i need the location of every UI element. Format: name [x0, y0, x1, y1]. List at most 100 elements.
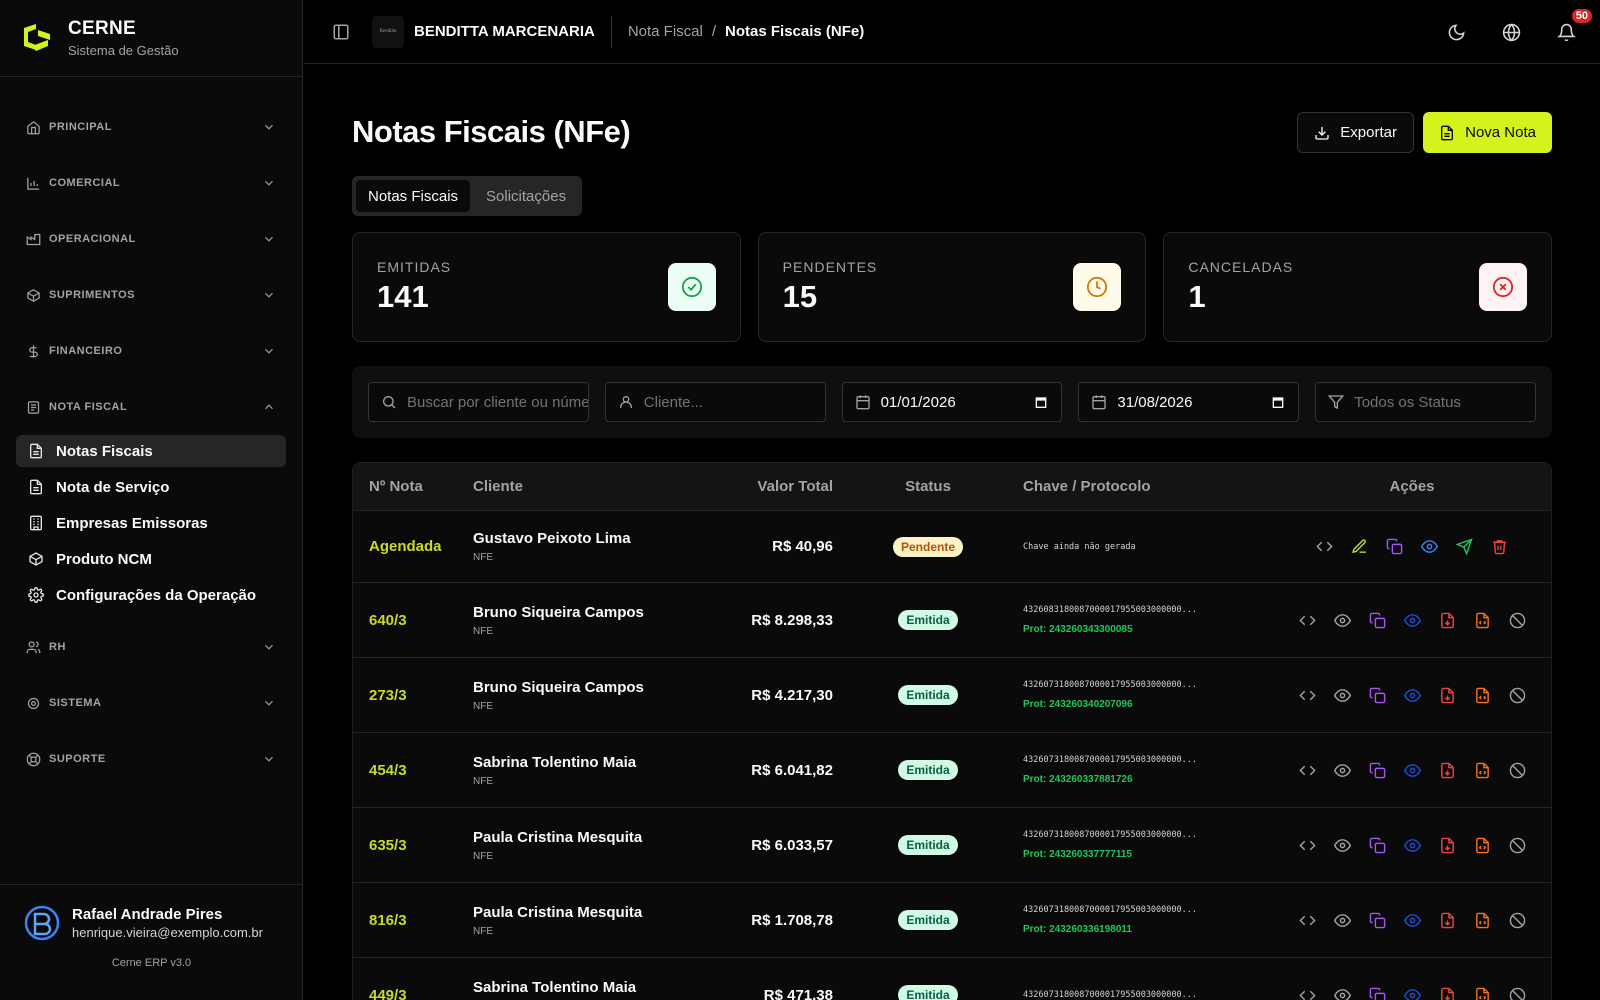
table-row[interactable]: 640/3 Bruno Siqueira Campos NFE R$ 8.298,33… [353, 583, 1551, 658]
sidebar-item-empresas-emissoras[interactable]: Empresas Emissoras [16, 507, 286, 539]
eye-icon[interactable] [1333, 762, 1351, 779]
code-icon[interactable] [1298, 687, 1316, 704]
eye-icon[interactable] [1421, 538, 1438, 555]
note-number[interactable]: 273/3 [353, 687, 473, 704]
eye-icon[interactable] [1403, 687, 1421, 704]
sidebar-group-operacional[interactable]: OPERACIONAL [0, 211, 302, 267]
copy-icon[interactable] [1369, 912, 1386, 929]
copy-icon[interactable] [1369, 987, 1386, 1000]
download-xml-icon[interactable] [1474, 687, 1491, 704]
eye-icon[interactable] [1333, 687, 1351, 704]
send-icon[interactable] [1456, 538, 1473, 555]
status-select[interactable]: Todos os Status [1315, 382, 1536, 422]
edit-icon[interactable] [1351, 538, 1368, 555]
sidebar-item-configuracoes-operacao[interactable]: Configurações da Operação [16, 579, 286, 611]
eye-icon[interactable] [1333, 987, 1351, 1000]
sidebar-group-comercial[interactable]: COMERCIAL [0, 155, 302, 211]
notifications-button[interactable]: 50 [1557, 8, 1592, 42]
trash-icon[interactable] [1491, 538, 1508, 555]
table-row[interactable]: 816/3 Paula Cristina Mesquita NFE R$ 1.708,… [353, 883, 1551, 958]
sidebar-item-produto-ncm[interactable]: Produto NCM [16, 543, 286, 575]
code-icon[interactable] [1298, 612, 1316, 629]
search-input[interactable]: Buscar por cliente ou número... [368, 382, 589, 422]
download-pdf-icon[interactable] [1439, 987, 1456, 1000]
note-number[interactable]: 816/3 [353, 912, 473, 929]
download-xml-icon[interactable] [1474, 987, 1491, 1000]
eye-icon[interactable] [1333, 912, 1351, 929]
table-row[interactable]: Agendada Gustavo Peixoto Lima NFE R$ 40,96 P… [353, 511, 1551, 583]
sidebar-group-rh[interactable]: RH [0, 619, 302, 675]
note-number[interactable]: Agendada [353, 538, 473, 555]
sidebar-group-principal[interactable]: PRINCIPAL [0, 99, 302, 155]
cancel-icon[interactable] [1509, 687, 1526, 704]
copy-icon[interactable] [1369, 612, 1386, 629]
brand[interactable]: CERNE Sistema de Gestão [0, 0, 302, 77]
code-icon[interactable] [1298, 837, 1316, 854]
table-row[interactable]: 449/3Sabrina Tolentino MaiaNFE R$ 471,38 E… [353, 958, 1551, 1000]
client-cell: Sabrina Tolentino MaiaNFE [473, 979, 713, 1000]
table-row[interactable]: 635/3 Paula Cristina Mesquita NFE R$ 6.033,… [353, 808, 1551, 883]
eye-icon[interactable] [1403, 762, 1421, 779]
company-selector[interactable]: Benditta BENDITTA MARCENARIA [372, 15, 612, 48]
client-input[interactable]: Cliente... [604, 382, 826, 422]
copy-icon[interactable] [1386, 538, 1403, 555]
breadcrumb-parent[interactable]: Nota Fiscal [628, 23, 703, 40]
new-note-button[interactable]: Nova Nota [1423, 112, 1552, 153]
note-number[interactable]: 635/3 [353, 837, 473, 854]
download-pdf-icon[interactable] [1439, 687, 1456, 704]
export-button[interactable]: Exportar [1297, 112, 1414, 153]
cancel-icon[interactable] [1509, 612, 1526, 629]
code-icon[interactable] [1298, 912, 1316, 929]
moon-icon[interactable] [1447, 23, 1466, 42]
note-number[interactable]: 640/3 [353, 612, 473, 629]
sidebar-group-sistema[interactable]: SISTEMA [0, 675, 302, 731]
receipt-icon [27, 400, 40, 414]
download-pdf-icon[interactable] [1439, 612, 1456, 629]
download-xml-icon[interactable] [1474, 912, 1491, 929]
download-pdf-icon[interactable] [1439, 762, 1456, 779]
eye-icon[interactable] [1333, 837, 1351, 854]
download-pdf-icon[interactable] [1439, 837, 1456, 854]
note-number[interactable]: 449/3 [353, 987, 473, 1000]
calendar-picker-icon[interactable] [1270, 394, 1286, 410]
code-icon[interactable] [1298, 762, 1316, 779]
app-version: Cerne ERP v3.0 [111, 957, 192, 969]
globe-icon[interactable] [1502, 23, 1521, 42]
cancel-icon[interactable] [1509, 987, 1526, 1000]
code-icon[interactable] [1298, 987, 1316, 1000]
download-pdf-icon[interactable] [1439, 912, 1456, 929]
cancel-icon[interactable] [1509, 837, 1526, 854]
code-icon[interactable] [1316, 538, 1333, 555]
sidebar-group-nota-fiscal[interactable]: NOTA FISCAL [0, 379, 302, 435]
table-row[interactable]: 273/3 Bruno Siqueira Campos NFE R$ 4.217,30… [353, 658, 1551, 733]
download-xml-icon[interactable] [1474, 837, 1491, 854]
eye-icon[interactable] [1403, 612, 1421, 629]
download-xml-icon[interactable] [1474, 762, 1491, 779]
calendar-picker-icon[interactable] [1033, 394, 1049, 410]
sidebar-group-financeiro[interactable]: FINANCEIRO [0, 323, 302, 379]
sidebar-group-suporte[interactable]: SUPORTE [0, 731, 302, 787]
protocol: Prot: 243260343300085 [1023, 624, 1133, 635]
copy-icon[interactable] [1369, 837, 1386, 854]
cancel-icon[interactable] [1509, 912, 1526, 929]
client-name: Gustavo Peixoto Lima [473, 530, 631, 547]
table-row[interactable]: 454/3 Sabrina Tolentino Maia NFE R$ 6.041,8… [353, 733, 1551, 808]
download-xml-icon[interactable] [1474, 612, 1491, 629]
tab-notas-fiscais[interactable]: Notas Fiscais [356, 180, 471, 212]
eye-icon[interactable] [1333, 612, 1351, 629]
eye-icon[interactable] [1403, 987, 1421, 1000]
date-to-input[interactable]: 31/08/2026 [1078, 382, 1300, 422]
copy-icon[interactable] [1369, 762, 1386, 779]
sidebar-item-nota-de-servico[interactable]: Nota de Serviço [16, 471, 286, 503]
sidebar-toggle-icon[interactable] [332, 23, 350, 41]
note-number[interactable]: 454/3 [353, 762, 473, 779]
sidebar-item-notas-fiscais[interactable]: Notas Fiscais [16, 435, 286, 467]
copy-icon[interactable] [1369, 687, 1386, 704]
eye-icon[interactable] [1403, 837, 1421, 854]
sidebar-group-suprimentos[interactable]: SUPRIMENTOS [0, 267, 302, 323]
tab-solicitacoes[interactable]: Solicitações [474, 180, 578, 212]
user-panel[interactable]: Rafael Andrade Pires henrique.vieira@exe… [0, 884, 303, 1000]
eye-icon[interactable] [1403, 912, 1421, 929]
cancel-icon[interactable] [1509, 762, 1526, 779]
date-from-input[interactable]: 01/01/2026 [841, 382, 1063, 422]
